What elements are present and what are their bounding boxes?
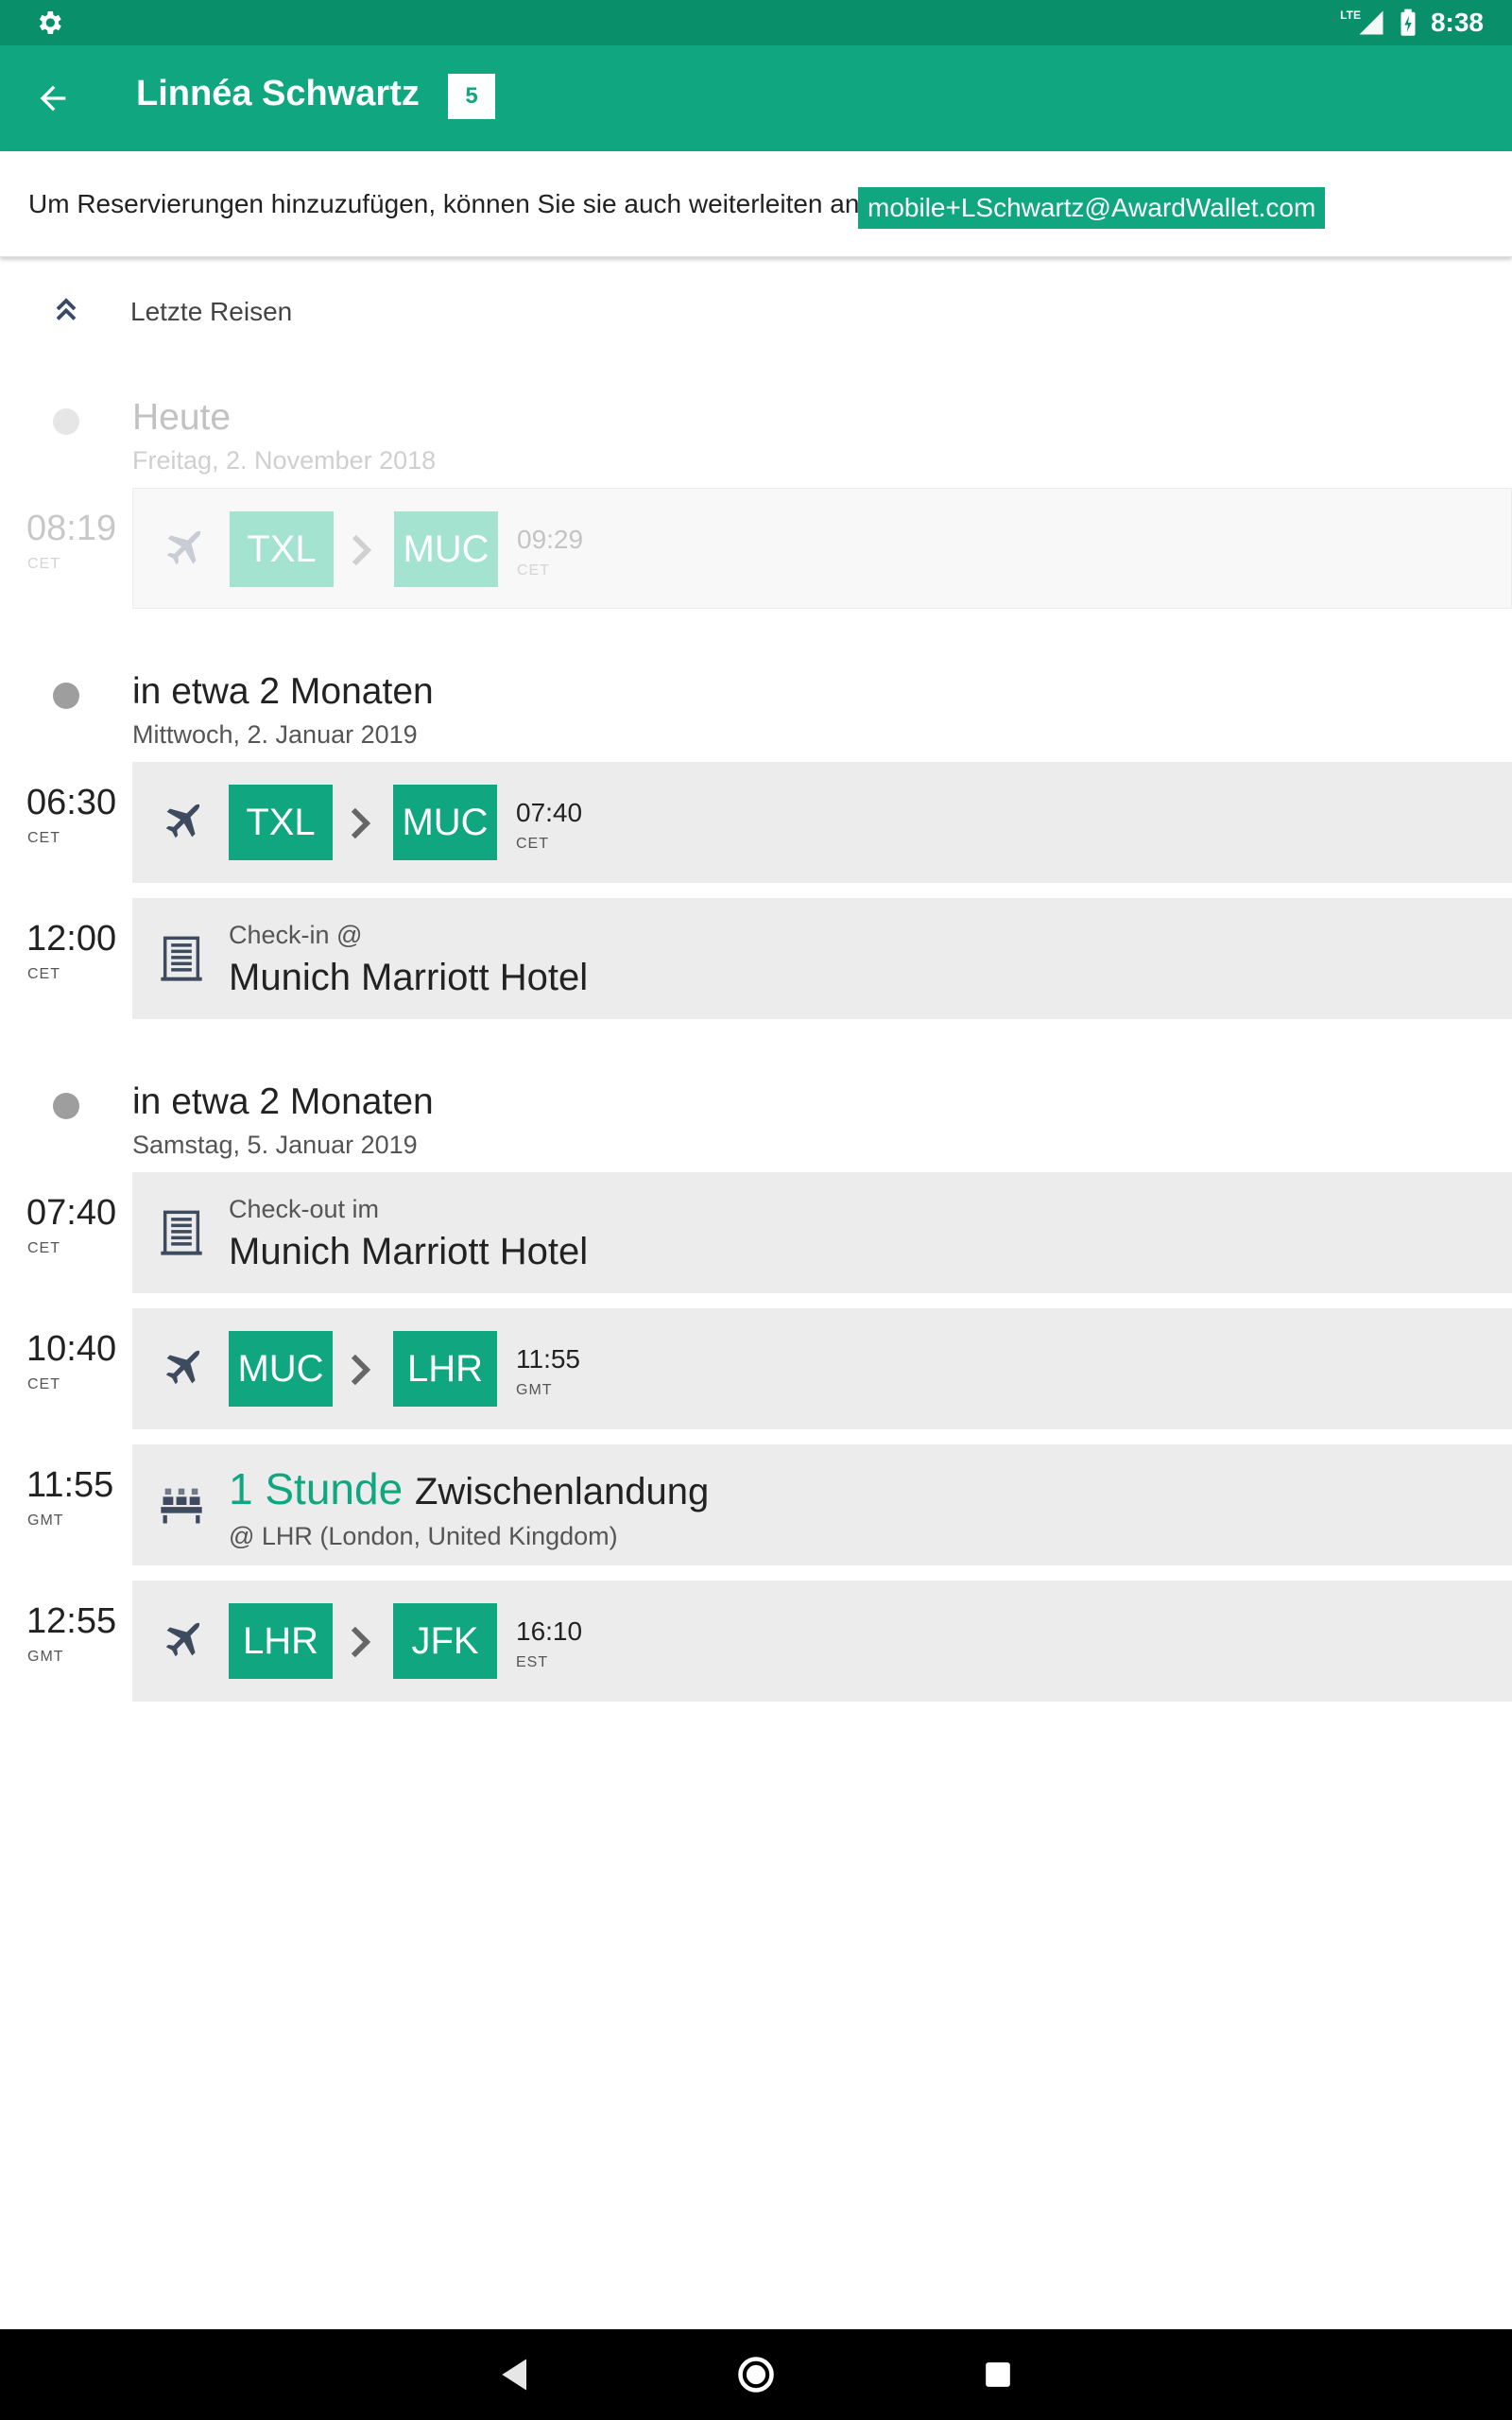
flight-row[interactable]: 06:30 CET TXL MUC 07:40 CET bbox=[0, 762, 1512, 883]
arrival-timezone: CET bbox=[517, 562, 550, 579]
signal-icon bbox=[1359, 10, 1383, 35]
layover-duration-line: 1 Stunde Zwischenlandung bbox=[229, 1463, 709, 1514]
flight-row[interactable]: 10:40 CET MUC LHR 11:55 GMT bbox=[0, 1308, 1512, 1429]
page-title: Linnéa Schwartz bbox=[136, 74, 420, 113]
origin-code: TXL bbox=[230, 511, 334, 587]
hotel-card[interactable]: Check-out im Munich Marriott Hotel bbox=[132, 1172, 1512, 1293]
arrival-time: 11:55 bbox=[516, 1344, 580, 1374]
home-circle-icon[interactable] bbox=[735, 2354, 777, 2395]
arrival-time: 07:40 bbox=[516, 798, 583, 827]
double-chevron-up-icon bbox=[56, 298, 77, 320]
past-trips-toggle[interactable]: Letzte Reisen bbox=[0, 280, 567, 346]
layover-label: Zwischenlandung bbox=[414, 1471, 710, 1512]
flight-row[interactable]: 12:55 GMT LHR JFK 16:10 EST bbox=[0, 1581, 1512, 1702]
origin-code: TXL bbox=[229, 785, 333, 860]
trip-count-badge: 5 bbox=[448, 74, 495, 119]
back-arrow-icon[interactable] bbox=[34, 79, 72, 117]
layover-card[interactable]: 1 Stunde Zwischenlandung @ LHR (London, … bbox=[132, 1444, 1512, 1565]
forwarding-banner: Um Reservierungen hinzuzufügen, können S… bbox=[0, 151, 1512, 257]
forwarding-email[interactable]: mobile+LSchwartz@AwardWallet.com bbox=[858, 187, 1326, 229]
flight-card[interactable]: LHR JFK 16:10 EST bbox=[132, 1581, 1512, 1702]
checkout-time: 07:40 bbox=[26, 1193, 117, 1233]
airplane-icon bbox=[165, 804, 200, 838]
day-date: Mittwoch, 2. Januar 2019 bbox=[132, 720, 418, 749]
departure-timezone: CET bbox=[27, 1376, 60, 1392]
airplane-icon bbox=[166, 530, 201, 565]
departure-timezone: GMT bbox=[27, 1649, 64, 1665]
checkout-timezone: CET bbox=[27, 1240, 60, 1256]
recents-square-icon[interactable] bbox=[977, 2354, 1019, 2395]
timeline-dot bbox=[53, 1093, 79, 1119]
hotel-name: Munich Marriott Hotel bbox=[229, 1231, 589, 1272]
departure-timezone: CET bbox=[27, 556, 60, 572]
forwarding-text: Um Reservierungen hinzuzufügen, können S… bbox=[28, 189, 868, 218]
layover-row[interactable]: 11:55 GMT 1 Stunde Zwischenlandung @ LHR… bbox=[0, 1444, 1512, 1565]
settings-icon bbox=[39, 11, 61, 34]
origin-code: MUC bbox=[229, 1331, 333, 1407]
arrival-timezone: CET bbox=[516, 836, 549, 852]
day-relative: Heute bbox=[132, 397, 232, 438]
layover-timezone: GMT bbox=[27, 1512, 64, 1529]
system-navigation-bar bbox=[0, 2329, 1512, 2420]
waiting-seats-icon bbox=[161, 1488, 202, 1524]
network-type: LTE bbox=[1340, 9, 1361, 22]
chevron-right-icon bbox=[351, 1354, 371, 1386]
day-relative: in etwa 2 Monaten bbox=[132, 1081, 434, 1122]
layover-duration: 1 Stunde bbox=[229, 1464, 404, 1513]
layover-time: 11:55 bbox=[26, 1465, 114, 1505]
flight-card[interactable]: TXL MUC 07:40 CET bbox=[132, 762, 1512, 883]
hotel-row[interactable]: 12:00 CET Check-in @ Munich Marriott Hot… bbox=[0, 898, 1512, 1019]
hotel-subtitle: Check-in @ bbox=[229, 921, 363, 949]
flight-card[interactable]: MUC LHR 11:55 GMT bbox=[132, 1308, 1512, 1429]
departure-time: 06:30 bbox=[26, 783, 117, 822]
timeline-dot bbox=[53, 683, 79, 709]
chevron-right-icon bbox=[351, 1626, 371, 1658]
airplane-icon bbox=[165, 1350, 200, 1385]
airplane-icon bbox=[165, 1622, 200, 1657]
hotel-card[interactable]: Check-in @ Munich Marriott Hotel bbox=[132, 898, 1512, 1019]
battery-charging-icon bbox=[1400, 9, 1416, 36]
arrival-time: 16:10 bbox=[516, 1616, 583, 1646]
destination-code: JFK bbox=[393, 1603, 497, 1679]
destination-code: MUC bbox=[394, 511, 498, 587]
layover-location: @ LHR (London, United Kingdom) bbox=[229, 1522, 618, 1550]
hotel-row[interactable]: 07:40 CET Check-out im Munich Marriott H… bbox=[0, 1172, 1512, 1293]
timeline-dot bbox=[53, 408, 79, 435]
chevron-right-icon bbox=[352, 534, 372, 566]
status-bar: LTE 8:38 bbox=[0, 0, 1512, 45]
app-bar: Linnéa Schwartz 5 bbox=[0, 45, 1512, 151]
day-header: in etwa 2 Monaten Mittwoch, 2. Januar 20… bbox=[0, 671, 1512, 766]
past-trips-label: Letzte Reisen bbox=[130, 297, 293, 326]
departure-time: 12:55 bbox=[26, 1601, 117, 1641]
back-triangle-icon[interactable] bbox=[495, 2354, 537, 2395]
departure-time: 08:19 bbox=[26, 509, 117, 548]
departure-timezone: CET bbox=[27, 830, 60, 846]
status-clock: 8:38 bbox=[1430, 8, 1484, 37]
origin-code: LHR bbox=[229, 1603, 333, 1679]
day-header: Heute Freitag, 2. November 2018 bbox=[0, 397, 1512, 492]
day-relative: in etwa 2 Monaten bbox=[132, 671, 434, 712]
destination-code: MUC bbox=[393, 785, 497, 860]
destination-code: LHR bbox=[393, 1331, 497, 1407]
day-date: Freitag, 2. November 2018 bbox=[132, 446, 437, 475]
arrival-time: 09:29 bbox=[517, 525, 584, 554]
flight-card[interactable]: TXL MUC 09:29 CET bbox=[132, 488, 1512, 609]
hotel-building-icon bbox=[161, 1210, 202, 1255]
day-header: in etwa 2 Monaten Samstag, 5. Januar 201… bbox=[0, 1081, 1512, 1176]
chevron-right-icon bbox=[351, 807, 371, 839]
day-date: Samstag, 5. Januar 2019 bbox=[132, 1131, 418, 1159]
departure-time: 10:40 bbox=[26, 1329, 117, 1369]
arrival-timezone: GMT bbox=[516, 1382, 553, 1398]
flight-row[interactable]: 08:19 CET TXL MUC 09:29 CET bbox=[0, 488, 1512, 609]
hotel-subtitle: Check-out im bbox=[229, 1195, 380, 1223]
arrival-timezone: EST bbox=[516, 1654, 549, 1670]
checkin-timezone: CET bbox=[27, 966, 60, 982]
hotel-name: Munich Marriott Hotel bbox=[229, 957, 589, 998]
hotel-building-icon bbox=[161, 936, 202, 981]
checkin-time: 12:00 bbox=[26, 919, 117, 959]
